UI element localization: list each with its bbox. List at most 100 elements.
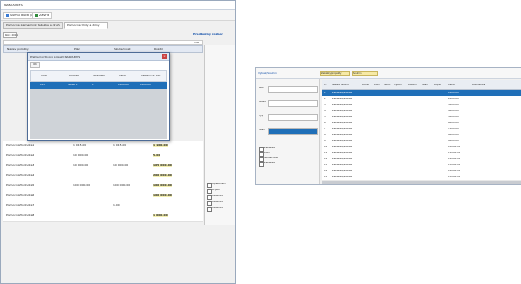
report-cell: 13000.00 [448,163,461,166]
report-cell: 5000.00 [448,115,459,118]
filter-label: Měsíc [259,101,267,103]
preview-label: Předběžný rozbor [193,33,223,36]
checkbox-label: Zakázka [264,162,275,164]
report-grid: Č. Název úkonu Počet Plán Skut. Výkon Datum Sta… [322,80,521,184]
report-cell: 10000.00 [448,145,461,148]
exit-icon [35,14,38,17]
report-cell: Zakázka/služba [332,157,353,160]
dialog-titlebar: Přehled účtů pro projekt NAKOUNYS × [28,53,169,61]
table-cell: 200 000.00 [153,174,172,177]
checkbox-label: Uzavření [212,207,224,209]
checkbox-label: Plán [264,152,270,154]
table-row[interactable]: PomocnáHodnota8 1 000.00 [3,211,203,222]
tab-strip: Pomocné záznamník tabulka a druhů prací … [1,22,235,30]
report-toolbar: Výkaz/Souhrn Zakázky/projekty Souhrn [256,68,521,79]
table-cell: PomocnáHodnota2 [6,154,35,157]
filter-bar: Rok: 2011 Předběžný rozbor [3,32,233,40]
report-cell: Zakázka/služba [332,115,353,118]
year-select[interactable]: Rok: 2011 [3,32,18,38]
column-header[interactable]: Stav [422,84,428,87]
table-cell: PomocnáHodnota5 [6,184,35,187]
report-grid-header: Č. Název úkonu Počet Plán Skut. Výkon Datum Sta… [322,80,521,90]
column-header[interactable]: Č. [324,84,327,87]
report-cell: 3000.00 [448,103,459,106]
column-header[interactable]: Poznámka [472,84,485,87]
table-cell: PomocnáHodnota7 [6,204,35,207]
report-cell: Zakázka/služba [332,139,353,142]
table-cell: 10 000.00 [113,164,129,167]
report-row[interactable]: 15 Zakázka/služba 15000.00 [322,174,521,181]
report-cell: 11000.00 [448,151,461,154]
report-cell: Zakázka/služba [332,169,353,172]
column-header[interactable]: Výkon [394,84,402,87]
report-cell: Zakázka/služba [332,151,353,154]
column-header[interactable]: Počet [362,84,369,87]
report-filter-panel: Rok Měsíc Typ Stav Zakázka Plán Skutečnost Zaká… [256,79,320,184]
table-cell: 1 015.00 [73,144,87,147]
dialog-grid-header: Účet Položka Středisko Cena Celkem cz. D… [30,70,167,82]
report-cell: 11 [324,151,328,154]
report-cell: 2 [324,97,326,100]
right-options-panel: Opakování Příjem Uzavření Uzavření Uzavření [204,45,235,225]
close-icon[interactable]: × [162,54,167,59]
tab-summary[interactable]: Souhrn [352,71,378,76]
column-header[interactable]: Popis [434,84,441,87]
report-cell: 6000.00 [448,121,459,124]
column-header[interactable]: Plán [374,84,380,87]
report-cell: Zakázka/služba [332,133,353,136]
table-cell: PomocnáHodnota4 [6,174,35,177]
dialog-ok-button[interactable]: OK [30,62,40,68]
report-cell: Zakázka/služba [332,145,353,148]
filter-field[interactable] [268,114,318,121]
dialog-toolbar: OK [29,62,168,69]
report-cell: 7 [324,127,326,130]
filter-field[interactable] [268,86,318,93]
table-cell: 1 000.00 [153,214,168,217]
table-cell: 100 000.00 [153,194,172,197]
window-titlebar: NAKOUNYS [1,1,235,10]
table-cell: PomocnáHodnota1 [6,144,35,147]
column-header[interactable]: Datum [408,84,417,87]
report-cell: 4000.00 [448,109,459,112]
tab-projects[interactable]: Zakázky/projekty [320,71,350,76]
table-cell: 1 100.00 [153,144,168,147]
document-icon [6,14,9,17]
tab-1[interactable]: Pomocné třídy a dílny [64,22,108,29]
checkbox-label: Zakázka [264,147,275,149]
table-cell: PomocnáHodnota8 [6,214,35,217]
report-cell: 4 [324,109,326,112]
report-cell: 5 [324,115,326,118]
report-cell: 10 [324,145,328,148]
column-header[interactable]: Skut. [384,84,391,87]
exit-button[interactable]: Zavřít [32,12,53,19]
report-cell: Zakázka/služba [332,163,353,166]
report-cell: 9000.00 [448,139,459,142]
report-cell: Zakázka/služba [332,91,353,94]
tab-0[interactable]: Pomocné záznamník tabulka a druhů prací [3,22,63,29]
report-cell: 3 [324,103,326,106]
filter-field[interactable] [268,100,318,107]
report-cell: 1 [324,91,326,94]
main-window: NAKOUNYS Sumu ducti projekt Zavřít Pomoc… [0,0,236,284]
report-cell: Zakázka/služba [332,121,353,124]
report-cell: 14 [324,169,328,172]
dialog-selected-row[interactable]: 103 Sklad 1 1 1000.00 1000.00 [30,82,167,89]
filter-field[interactable] [268,128,318,135]
filter-label: Rok [259,87,264,89]
table-cell: 1 015.00 [113,144,127,147]
toolbar: Sumu ducti projekt Zavřít [1,10,235,21]
checkbox-label: Opakování [212,183,226,185]
column-header[interactable]: Název úkonu [332,84,349,87]
report-cell: Zakázka/služba [332,109,353,112]
column-header[interactable]: Cena [448,84,455,87]
report-cell: Zakázka/služba [332,103,353,106]
checkbox-label: Skutečnost [264,157,279,159]
accounts-dialog: Přehled účtů pro projekt NAKOUNYS × OK Ú… [27,52,170,141]
table-cell: 10 000.00 [73,164,89,167]
report-cell: 12 [324,157,328,160]
report-cell: 1000.00 [448,91,459,94]
filter-label: Stav [259,129,265,131]
table-cell: 10 000.00 [73,154,89,157]
report-cell: 8000.00 [448,133,459,136]
filter-label: Typ [259,115,264,117]
